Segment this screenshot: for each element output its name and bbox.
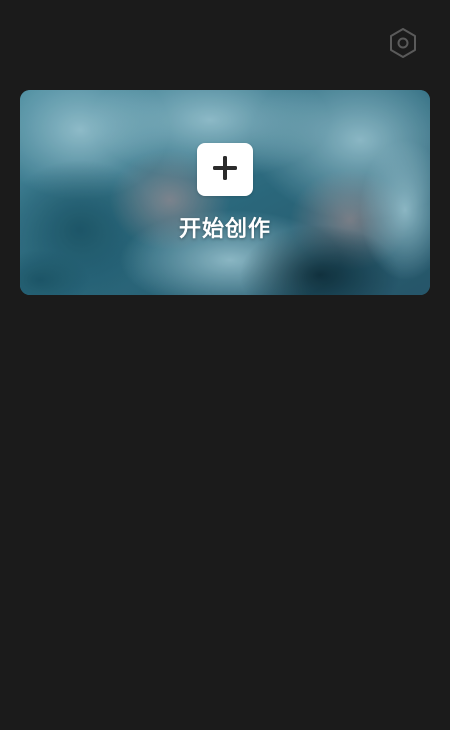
settings-button[interactable] xyxy=(386,28,420,62)
start-creation-card[interactable]: 开始创作 xyxy=(20,90,430,295)
hexagon-settings-icon xyxy=(389,27,417,63)
home-screen: 开始创作 xyxy=(0,0,450,730)
start-creation-label: 开始创作 xyxy=(178,217,271,242)
add-project-button[interactable] xyxy=(197,143,253,196)
hero-content: 开始创作 xyxy=(20,90,430,295)
plus-icon xyxy=(212,155,238,185)
